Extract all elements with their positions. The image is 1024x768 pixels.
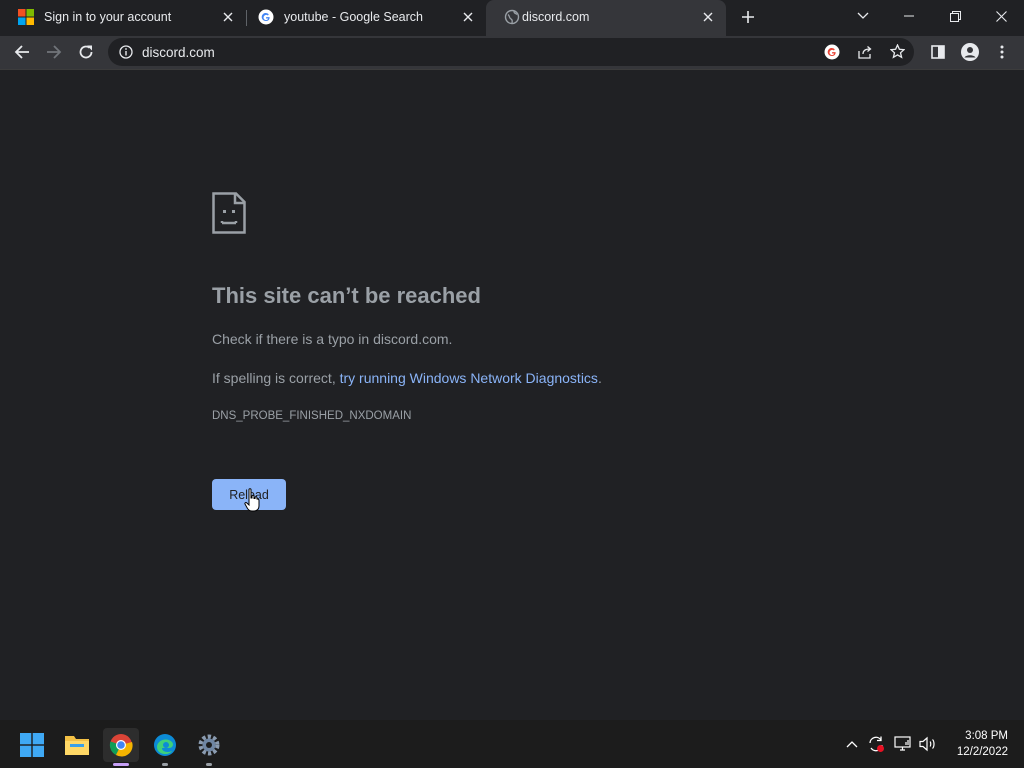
- address-bar[interactable]: discord.com: [108, 38, 914, 66]
- refresh-icon: [79, 45, 93, 59]
- chrome-logo-icon: [109, 734, 133, 757]
- edge-taskbar-button[interactable]: [147, 728, 183, 766]
- diagnostics-suffix: .: [597, 370, 602, 386]
- minimize-button[interactable]: [886, 0, 932, 32]
- more-vert-icon: [1000, 45, 1004, 59]
- microsoft-logo-icon: [18, 9, 34, 25]
- tab-sign-in[interactable]: Sign in to your account: [0, 0, 246, 34]
- tab-strip: Sign in to your account youtube - Google…: [0, 0, 1024, 36]
- hand-cursor-icon: [244, 488, 260, 512]
- minimize-icon: [904, 15, 914, 17]
- chevron-up-icon: [846, 741, 858, 748]
- settings-taskbar-button[interactable]: [191, 728, 227, 766]
- typo-hint: Check if there is a typo in discord.com.: [212, 331, 453, 347]
- restore-button[interactable]: [932, 0, 978, 32]
- sync-icon: [869, 736, 884, 752]
- plus-icon: [742, 11, 754, 23]
- error-page: This site can’t be reached Check if ther…: [0, 70, 1024, 720]
- side-panel-icon: [931, 45, 945, 59]
- reload-toolbar-button[interactable]: [72, 38, 100, 66]
- close-window-button[interactable]: [978, 0, 1024, 32]
- tab-title: discord.com: [522, 10, 590, 24]
- clock-time: 3:08 PM: [965, 730, 1008, 742]
- url-text[interactable]: discord.com: [142, 45, 215, 60]
- tab-title: Sign in to your account: [44, 10, 172, 24]
- forward-button[interactable]: [40, 38, 68, 66]
- diagnostics-prefix: If spelling is correct,: [212, 370, 340, 386]
- close-tab-icon[interactable]: [700, 9, 716, 25]
- arrow-left-icon: [14, 45, 29, 59]
- chrome-taskbar-button[interactable]: [103, 728, 139, 766]
- show-hidden-icons-button[interactable]: [842, 734, 862, 754]
- sad-page-icon: [212, 192, 246, 234]
- google-logo-icon: [258, 9, 274, 25]
- clock[interactable]: 3:08 PM 12/2/2022: [948, 728, 1008, 760]
- info-icon[interactable]: [119, 45, 133, 59]
- taskbar: 3:08 PM 12/2/2022: [0, 720, 1024, 768]
- windows-logo-icon: [20, 733, 44, 757]
- share-icon[interactable]: [858, 45, 873, 59]
- tab-youtube-search[interactable]: youtube - Google Search: [240, 0, 486, 34]
- profile-button[interactable]: [956, 38, 984, 66]
- clock-date: 12/2/2022: [956, 746, 1008, 758]
- speaker-icon: [919, 736, 935, 752]
- arrow-right-icon: [47, 45, 62, 59]
- running-app-indicator: [206, 763, 212, 766]
- menu-button[interactable]: [988, 38, 1016, 66]
- back-button[interactable]: [8, 38, 36, 66]
- network-icon: [894, 736, 911, 751]
- chevron-down-icon: [857, 12, 869, 19]
- diagnostics-hint: If spelling is correct, try running Wind…: [212, 370, 602, 386]
- error-title: This site can’t be reached: [212, 283, 481, 308]
- bookmark-star-icon[interactable]: [890, 44, 905, 59]
- close-tab-icon[interactable]: [460, 9, 476, 25]
- tab-title: youtube - Google Search: [284, 10, 423, 24]
- new-tab-button[interactable]: [736, 6, 760, 28]
- side-panel-button[interactable]: [924, 38, 952, 66]
- close-icon: [995, 10, 1007, 22]
- volume-tray-icon[interactable]: [918, 734, 938, 754]
- network-diagnostics-link[interactable]: try running Windows Network Diagnostics: [340, 370, 598, 386]
- close-tab-icon[interactable]: [220, 9, 236, 25]
- avatar-icon: [961, 43, 979, 61]
- globe-icon: [504, 9, 520, 25]
- running-app-indicator: [162, 763, 168, 766]
- edge-logo-icon: [154, 734, 176, 756]
- toolbar: discord.com: [0, 36, 1024, 69]
- start-button[interactable]: [14, 728, 50, 762]
- gear-icon: [198, 734, 220, 756]
- tab-search-button[interactable]: [840, 0, 886, 32]
- error-code: DNS_PROBE_FINISHED_NXDOMAIN: [212, 410, 412, 422]
- file-explorer-button[interactable]: [59, 728, 95, 762]
- folder-icon: [65, 736, 89, 755]
- sync-tray-icon[interactable]: [866, 734, 886, 754]
- network-tray-icon[interactable]: [893, 734, 913, 754]
- restore-icon: [949, 10, 961, 22]
- active-app-indicator: [113, 763, 129, 766]
- google-lens-icon[interactable]: [824, 44, 840, 60]
- tab-discord[interactable]: discord.com: [486, 0, 726, 36]
